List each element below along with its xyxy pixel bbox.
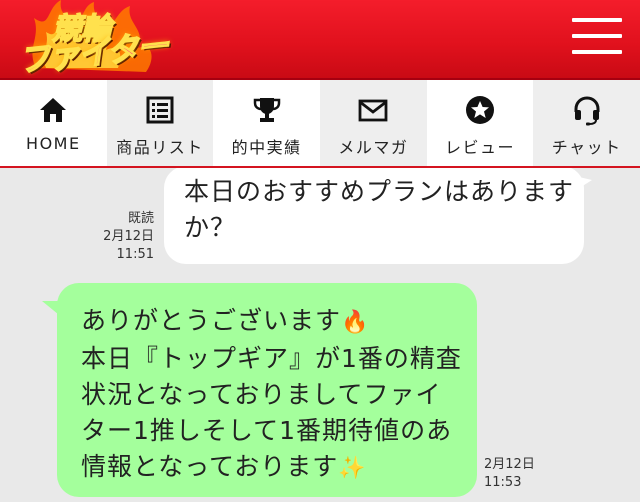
message-time: 11:53 bbox=[484, 475, 522, 490]
nav-label: チャット bbox=[551, 138, 622, 157]
nav-label: 商品リスト bbox=[116, 138, 204, 157]
list-icon bbox=[146, 96, 174, 124]
message-line: ありがとうございます bbox=[81, 306, 342, 335]
sparkles-emoji-icon: ✨ bbox=[338, 456, 367, 481]
nav-label: レビュー bbox=[445, 138, 516, 157]
message-line: 状況となっておりましてファイ bbox=[81, 380, 442, 409]
message-line: ター1推しそして1番期待値のあ bbox=[81, 416, 453, 445]
nav-label: HOME bbox=[26, 134, 81, 153]
nav-label: メルマガ bbox=[338, 138, 409, 157]
message-date: 2月12日 bbox=[484, 457, 535, 472]
message-line: 情報となっております bbox=[81, 452, 339, 481]
message-text: ありがとうございます🔥 本日『トップギア』が1番の精査 状況となっておりましてフ… bbox=[81, 303, 471, 487]
main-nav: HOME 商品リスト 的中実績 メルマガ レビュー チャット bbox=[0, 80, 640, 168]
fire-emoji-icon: 🔥 bbox=[341, 310, 370, 335]
site-logo[interactable]: 競輪 ファイター bbox=[12, 0, 169, 81]
nav-item-mail-magazine[interactable]: メルマガ bbox=[320, 80, 427, 166]
mail-icon bbox=[358, 99, 388, 122]
nav-item-product-list[interactable]: 商品リスト bbox=[106, 80, 214, 166]
message-date: 2月12日 bbox=[103, 229, 154, 244]
nav-item-chat[interactable]: チャット bbox=[533, 80, 640, 166]
site-header: 競輪 ファイター bbox=[0, 0, 640, 81]
message-text: 本日のおすすめプランはありますか？ bbox=[184, 177, 575, 242]
read-receipt: 既読 bbox=[127, 211, 154, 226]
star-icon bbox=[466, 96, 495, 124]
nav-item-review[interactable]: レビュー bbox=[427, 80, 534, 166]
message-bubble-sent: 本日のおすすめプランはありますか？ bbox=[164, 168, 584, 264]
headset-icon bbox=[574, 96, 600, 126]
nav-item-results[interactable]: 的中実績 bbox=[213, 80, 320, 166]
trophy-icon bbox=[253, 98, 280, 122]
hamburger-menu-button[interactable] bbox=[572, 18, 622, 58]
message-line: 本日『トップギア』が1番の精査 bbox=[81, 344, 462, 373]
nav-label: 的中実績 bbox=[231, 138, 302, 157]
home-icon bbox=[40, 98, 67, 122]
message-time: 11:51 bbox=[116, 247, 154, 262]
message-bubble-received: ありがとうございます🔥 本日『トップギア』が1番の精査 状況となっておりましてフ… bbox=[57, 283, 477, 497]
nav-item-home[interactable]: HOME bbox=[0, 80, 107, 166]
chat-area[interactable]: 既読 2月12日 11:51 本日のおすすめプランはありますか？ ありがとうござ… bbox=[0, 168, 640, 502]
